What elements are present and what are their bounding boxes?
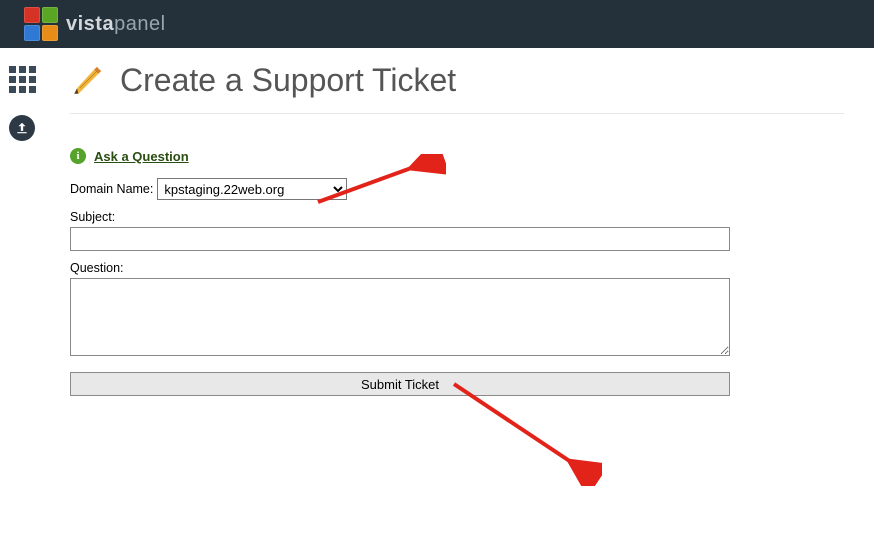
subject-label: Subject:	[70, 210, 844, 224]
ask-question-row: i Ask a Question	[70, 148, 844, 164]
left-sidebar	[0, 48, 44, 560]
top-header: vistapanel	[0, 0, 874, 48]
question-textarea[interactable]	[70, 278, 730, 356]
page-title-row: Create a Support Ticket	[70, 62, 844, 114]
domain-label: Domain Name:	[70, 182, 153, 196]
ask-question-link[interactable]: Ask a Question	[94, 149, 189, 164]
subject-input[interactable]	[70, 227, 730, 251]
submit-ticket-button[interactable]: Submit Ticket	[70, 372, 730, 396]
upload-icon[interactable]	[9, 115, 35, 141]
question-label: Question:	[70, 261, 844, 275]
main-content: Create a Support Ticket i Ask a Question…	[44, 48, 874, 560]
page-title: Create a Support Ticket	[120, 62, 456, 99]
brand-text: vistapanel	[66, 13, 166, 36]
logo-squares-icon	[24, 7, 58, 41]
apps-grid-icon[interactable]	[9, 66, 36, 93]
info-icon: i	[70, 148, 86, 164]
brand-logo[interactable]: vistapanel	[24, 7, 166, 41]
domain-row: Domain Name: kpstaging.22web.org	[70, 178, 844, 200]
domain-select[interactable]: kpstaging.22web.org	[157, 178, 347, 200]
pencil-icon	[70, 64, 104, 98]
